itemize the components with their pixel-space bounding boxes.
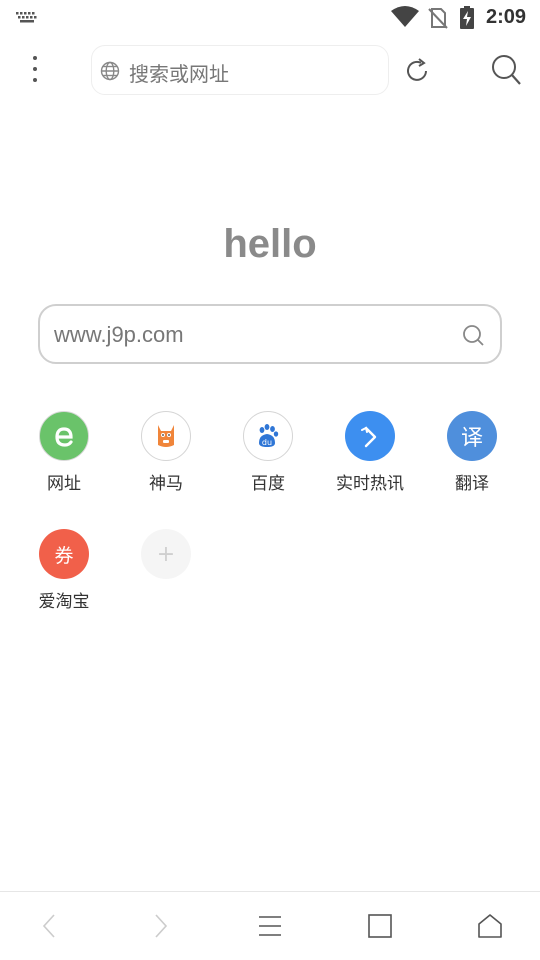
shortcut-label: 神马 — [149, 474, 183, 494]
search-button[interactable] — [489, 52, 525, 88]
baidu-paw-icon: du — [243, 411, 293, 461]
menu-icon — [259, 916, 281, 936]
clock: 2:09 — [486, 6, 527, 28]
menu-button[interactable] — [248, 904, 292, 948]
home-icon — [478, 914, 502, 938]
search-icon[interactable] — [462, 324, 486, 348]
address-placeholder: 搜索或网址 — [129, 62, 229, 86]
tabs-button[interactable] — [358, 904, 402, 948]
shortcut-shenma[interactable]: 神马 — [115, 411, 215, 501]
arrow-icon — [345, 411, 395, 461]
shortcut-wangzhi[interactable]: 网址 — [13, 411, 113, 501]
home-button[interactable] — [468, 904, 512, 948]
back-icon — [42, 914, 55, 938]
shortcut-baidu[interactable]: du 百度 — [217, 411, 317, 501]
refresh-icon — [407, 58, 427, 81]
keyboard-icon — [16, 12, 37, 23]
bottom-navigation — [0, 891, 540, 960]
no-sim-icon — [428, 8, 448, 29]
add-icon: + — [141, 529, 191, 579]
forward-icon — [155, 914, 168, 938]
main-search-input[interactable]: www.j9p.com — [38, 304, 502, 364]
battery-charging-icon — [460, 6, 474, 29]
shortcut-label: 实时热讯 — [336, 474, 404, 494]
tabs-icon — [368, 914, 392, 938]
svg-text:du: du — [262, 438, 272, 447]
shortcut-label: 百度 — [251, 474, 285, 494]
add-shortcut-button[interactable]: + — [115, 529, 215, 619]
wifi-icon — [391, 6, 419, 27]
shortcut-translate[interactable]: 译 翻译 — [421, 411, 521, 501]
forward-button[interactable] — [138, 904, 182, 948]
shortcut-label: 翻译 — [455, 474, 489, 494]
shortcut-label: 网址 — [47, 474, 81, 494]
search-icon — [492, 55, 521, 85]
shortcut-label: 爱淘宝 — [38, 592, 90, 612]
back-button[interactable] — [28, 904, 72, 948]
refresh-button[interactable] — [401, 55, 433, 87]
page-title: hello — [223, 222, 317, 266]
status-bar: 2:09 — [0, 0, 540, 36]
vertical-dots-icon — [33, 56, 37, 82]
shenma-icon — [141, 411, 191, 461]
shortcut-aitaobao[interactable]: 券 爱淘宝 — [13, 529, 113, 619]
search-input-value: www.j9p.com — [54, 322, 184, 347]
more-options-button[interactable] — [20, 50, 50, 90]
toolbar: 搜索或网址 — [0, 40, 540, 100]
e-icon — [39, 411, 89, 461]
coupon-icon: 券 — [39, 529, 89, 579]
address-bar[interactable]: 搜索或网址 — [91, 45, 389, 95]
translate-icon: 译 — [447, 411, 497, 461]
globe-icon — [100, 61, 120, 81]
shortcut-realtime-news[interactable]: 实时热讯 — [319, 411, 419, 501]
